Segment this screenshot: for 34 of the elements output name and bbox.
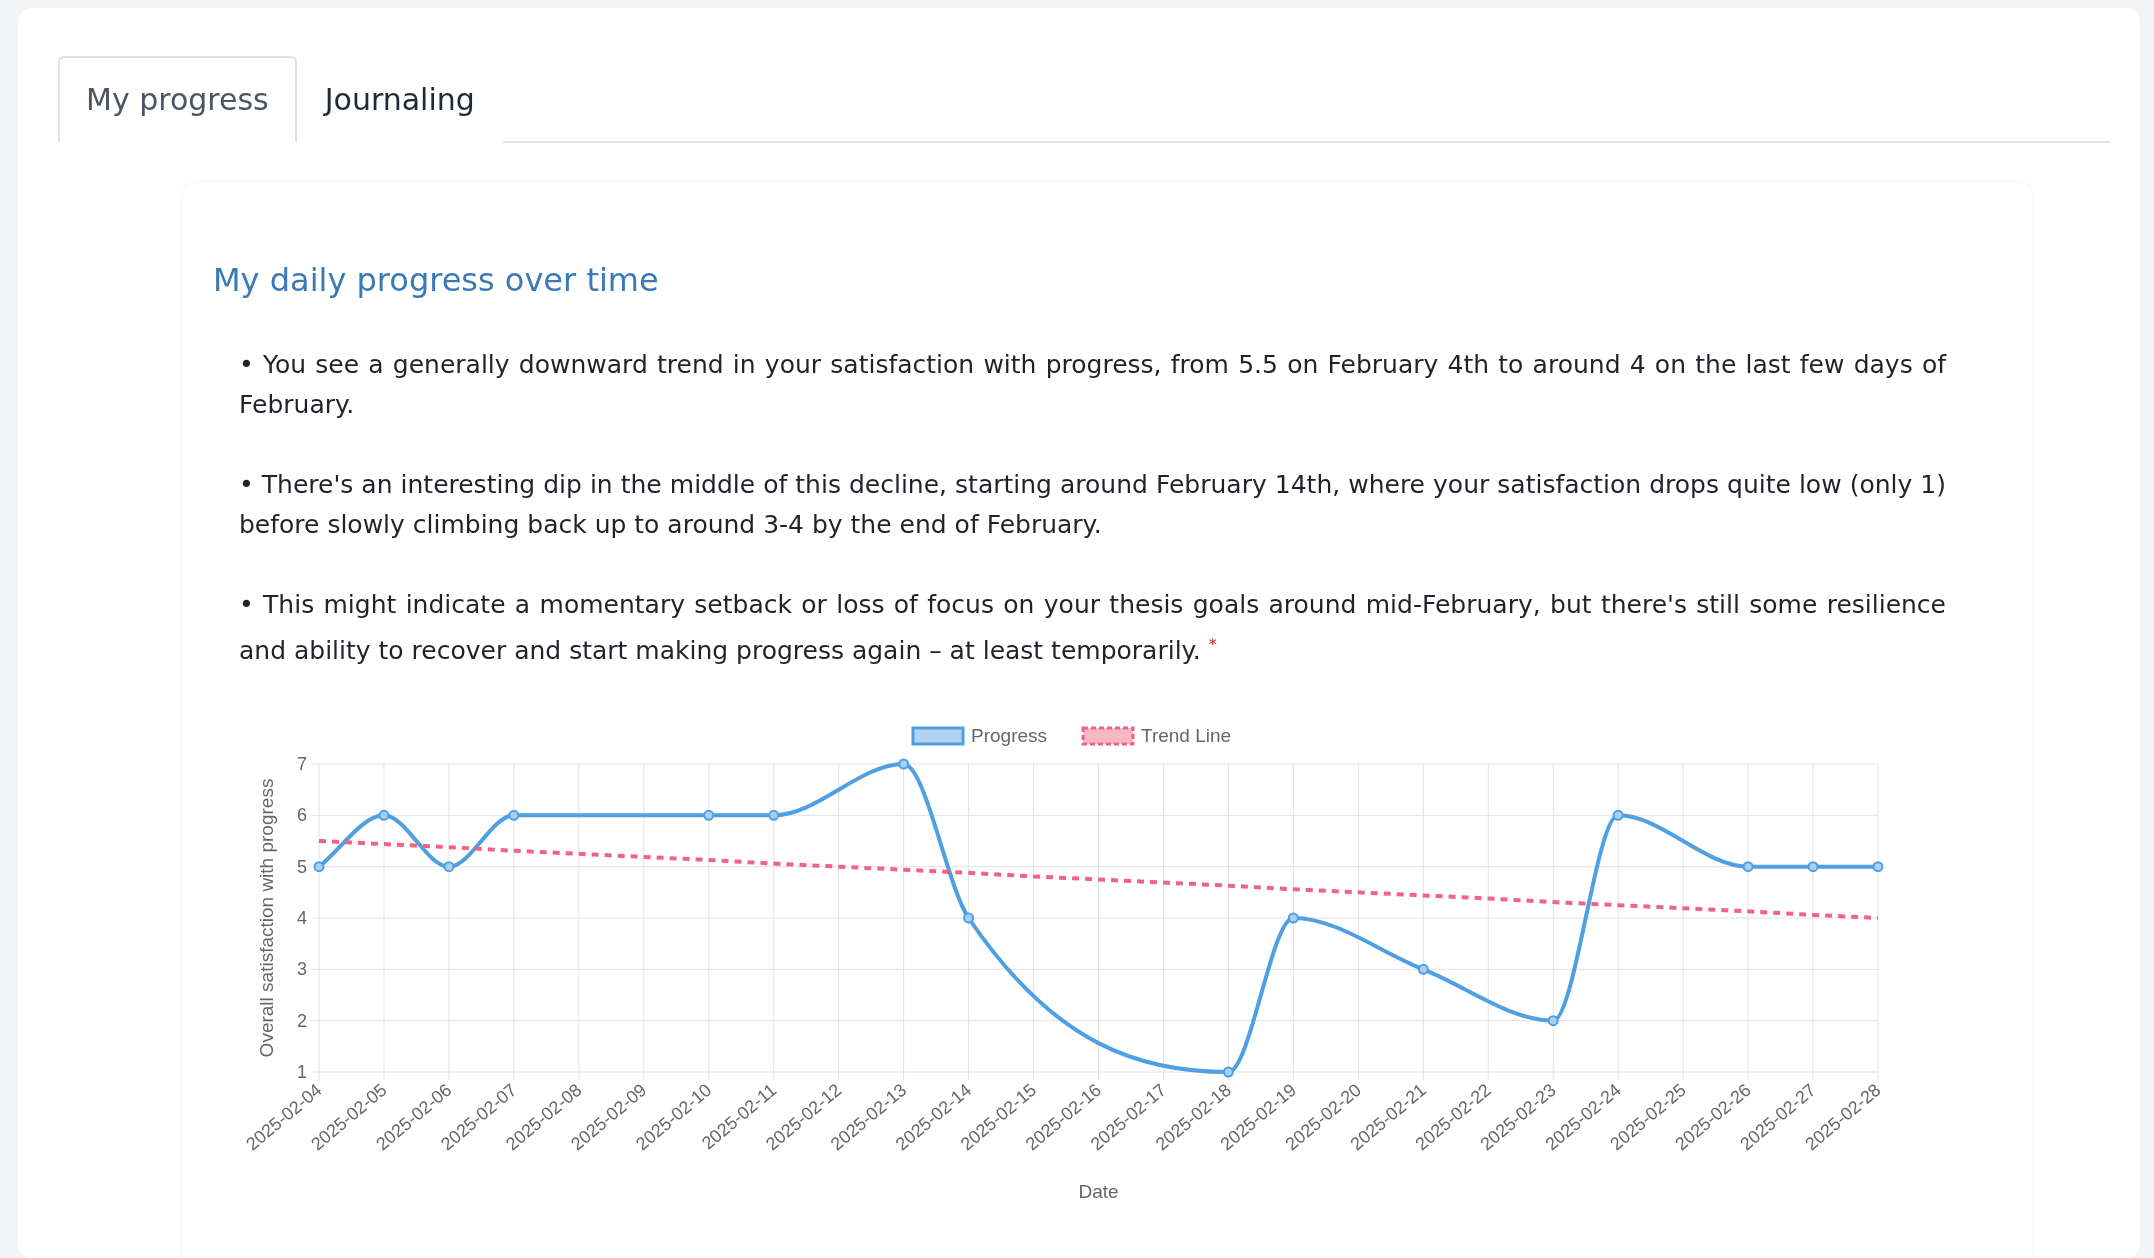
legend-item[interactable]: Progress (911, 725, 1048, 747)
data-point (768, 810, 780, 822)
x-axis-title: Date (1078, 1181, 1119, 1203)
tab[interactable]: My progress (58, 56, 297, 143)
y-tick-label: 1 (297, 1062, 307, 1083)
data-point (1872, 861, 1884, 873)
legend-label: Trend Line (1141, 725, 1232, 747)
y-tick-label: 7 (297, 754, 307, 775)
data-point (443, 861, 455, 873)
data-point (1222, 1066, 1234, 1078)
legend-item[interactable]: Trend Line (1081, 725, 1232, 747)
data-point (313, 861, 325, 873)
data-point (963, 912, 975, 924)
data-point (508, 810, 520, 822)
y-tick-label: 2 (297, 1011, 307, 1031)
y-tick-label: 6 (297, 805, 307, 826)
legend-label: Progress (971, 725, 1048, 747)
data-point (1742, 861, 1754, 873)
data-point (378, 810, 390, 822)
data-point (1547, 1015, 1559, 1027)
y-tick-label: 5 (297, 857, 307, 877)
y-tick-label: 3 (297, 959, 307, 980)
paragraph: • This might indicate a momentary setback or loss of focus on your thesis goals around mid-February, but there's still some resilience and ability to recover and start making progress again – at least temporarily. $^{*}$ (239, 589, 1946, 668)
data-point (1807, 861, 1819, 873)
data-point (1417, 964, 1429, 976)
y-tick-label: 4 (297, 908, 307, 929)
paragraph: • There's an interesting dip in the middle of this decline, starting around February 14th, where your satisfaction drops quite low (only 1) before slowly climbing back up to around 3-4 by the end of February. (239, 469, 1946, 541)
data-point (703, 810, 715, 822)
data-point (898, 758, 910, 770)
data-point (1612, 810, 1624, 822)
paragraph: • You see a generally downward trend in your satisfaction with progress, from 5.5 on February 4th to around 4 on the last few days of February. (239, 349, 1946, 421)
section-title: My daily progress over time (213, 261, 660, 299)
data-point (1287, 912, 1299, 924)
y-axis-title: Overall satisfaction with progress (256, 778, 277, 1058)
